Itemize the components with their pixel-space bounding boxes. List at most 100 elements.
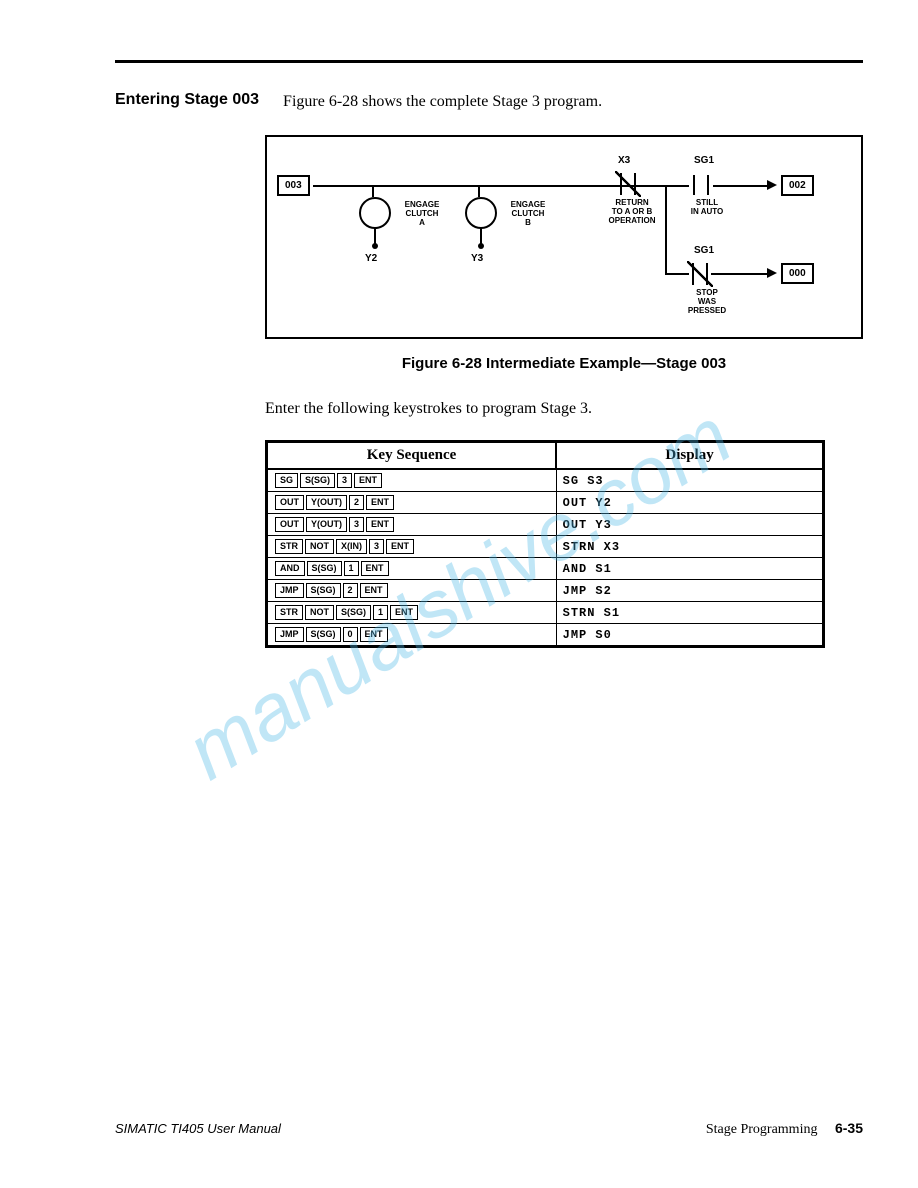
key-button: OUT	[275, 517, 304, 532]
coil-a-output: Y2	[365, 253, 377, 264]
display-cell: STRN S1	[556, 602, 823, 624]
keystroke-table: Key Sequence Display SGS(SG)3ENTSG S3OUT…	[265, 440, 825, 648]
section-title: Entering Stage 003	[115, 91, 259, 109]
key-sequence-cell: OUTY(OUT)2ENT	[267, 492, 557, 514]
key-sequence-cell: JMPS(SG)2ENT	[267, 580, 557, 602]
table-row: STRNOTS(SG)1ENTSTRN S1	[267, 602, 824, 624]
key-button: STR	[275, 539, 303, 554]
display-cell: OUT Y3	[556, 514, 823, 536]
sg1-bot-label: SG1	[694, 245, 714, 256]
wire	[665, 185, 667, 275]
key-button: ENT	[366, 517, 394, 532]
coil-b-label: ENGAGE CLUTCH B	[503, 201, 553, 227]
key-button: S(SG)	[336, 605, 371, 620]
key-sequence-cell: ANDS(SG)1ENT	[267, 558, 557, 580]
key-button: ENT	[361, 561, 389, 576]
key-button: NOT	[305, 605, 334, 620]
x3-label-top: X3	[618, 155, 630, 166]
key-button: Y(OUT)	[306, 517, 347, 532]
key-sequence-cell: STRNOTX(IN)3ENT	[267, 536, 557, 558]
ladder-diagram: 003 ENGAGE CLUTCH A Y2 ENGAGE CLUTCH B Y…	[265, 135, 863, 339]
col-display: Display	[556, 442, 823, 470]
key-button: S(SG)	[300, 473, 335, 488]
key-sequence-cell: STRNOTS(SG)1ENT	[267, 602, 557, 624]
footer-manual-title: SIMATIC TI405 User Manual	[115, 1121, 281, 1136]
table-row: OUTY(OUT)2ENTOUT Y2	[267, 492, 824, 514]
key-button: OUT	[275, 495, 304, 510]
footer-right: Stage Programming 6-35	[706, 1120, 863, 1138]
key-button: 3	[349, 517, 364, 532]
key-button: NOT	[305, 539, 334, 554]
key-button: X(IN)	[336, 539, 367, 554]
display-cell: JMP S0	[556, 624, 823, 647]
table-row: JMPS(SG)0ENTJMP S0	[267, 624, 824, 647]
display-cell: STRN X3	[556, 536, 823, 558]
coil-y2-dot	[372, 243, 378, 249]
coil-y3-dot	[478, 243, 484, 249]
stage-box-002: 002	[781, 175, 814, 196]
arrow-icon	[767, 180, 777, 190]
sg1-top-contact	[689, 175, 713, 195]
key-button: JMP	[275, 627, 304, 642]
key-button: S(SG)	[307, 561, 342, 576]
heading-row: Entering Stage 003 Figure 6-28 shows the…	[115, 91, 863, 111]
wire	[665, 273, 689, 275]
wire	[639, 185, 689, 187]
key-button: ENT	[354, 473, 382, 488]
display-cell: SG S3	[556, 469, 823, 492]
key-button: SG	[275, 473, 298, 488]
display-cell: AND S1	[556, 558, 823, 580]
key-button: JMP	[275, 583, 304, 598]
key-sequence-cell: OUTY(OUT)3ENT	[267, 514, 557, 536]
key-button: ENT	[386, 539, 414, 554]
key-button: 1	[373, 605, 388, 620]
page: manualshive.com Entering Stage 003 Figur…	[0, 0, 918, 1188]
key-button: STR	[275, 605, 303, 620]
key-button: 3	[337, 473, 352, 488]
key-button: AND	[275, 561, 305, 576]
x3-contact	[617, 173, 639, 195]
page-footer: SIMATIC TI405 User Manual Stage Programm…	[115, 1120, 863, 1138]
key-button: ENT	[366, 495, 394, 510]
key-button: ENT	[360, 627, 388, 642]
sg1-bot-desc: STOP WAS PRESSED	[683, 289, 731, 315]
intro-text: Figure 6-28 shows the complete Stage 3 p…	[283, 93, 602, 111]
key-sequence-cell: JMPS(SG)0ENT	[267, 624, 557, 647]
key-button: ENT	[360, 583, 388, 598]
key-button: 3	[369, 539, 384, 554]
display-cell: OUT Y2	[556, 492, 823, 514]
arrow-icon	[767, 268, 777, 278]
key-button: Y(OUT)	[306, 495, 347, 510]
key-button: S(SG)	[306, 627, 341, 642]
key-button: 2	[349, 495, 364, 510]
table-row: OUTY(OUT)3ENTOUT Y3	[267, 514, 824, 536]
stage-box-003: 003	[277, 175, 310, 196]
key-sequence-cell: SGS(SG)3ENT	[267, 469, 557, 492]
table-row: ANDS(SG)1ENTAND S1	[267, 558, 824, 580]
table-row: STRNOTX(IN)3ENTSTRN X3	[267, 536, 824, 558]
key-button: S(SG)	[306, 583, 341, 598]
coil-y2	[359, 197, 391, 229]
table-row: JMPS(SG)2ENTJMP S2	[267, 580, 824, 602]
enter-text: Enter the following keystrokes to progra…	[265, 400, 863, 418]
wire	[372, 185, 374, 197]
sg1-top-desc: STILL IN AUTO	[687, 199, 727, 217]
display-cell: JMP S2	[556, 580, 823, 602]
key-button: 1	[344, 561, 359, 576]
figure-caption: Figure 6-28 Intermediate Example—Stage 0…	[265, 355, 863, 372]
key-button: 0	[343, 627, 358, 642]
table-header-row: Key Sequence Display	[267, 442, 824, 470]
wire	[478, 185, 480, 197]
sg1-bot-contact	[689, 263, 711, 285]
stage-box-000: 000	[781, 263, 814, 284]
table-row: SGS(SG)3ENTSG S3	[267, 469, 824, 492]
footer-section: Stage Programming	[706, 1122, 818, 1137]
wire	[713, 185, 767, 187]
col-key-sequence: Key Sequence	[267, 442, 557, 470]
top-rule	[115, 60, 863, 63]
coil-b-output: Y3	[471, 253, 483, 264]
wire	[711, 273, 767, 275]
key-button: 2	[343, 583, 358, 598]
key-button: ENT	[390, 605, 418, 620]
coil-y3	[465, 197, 497, 229]
